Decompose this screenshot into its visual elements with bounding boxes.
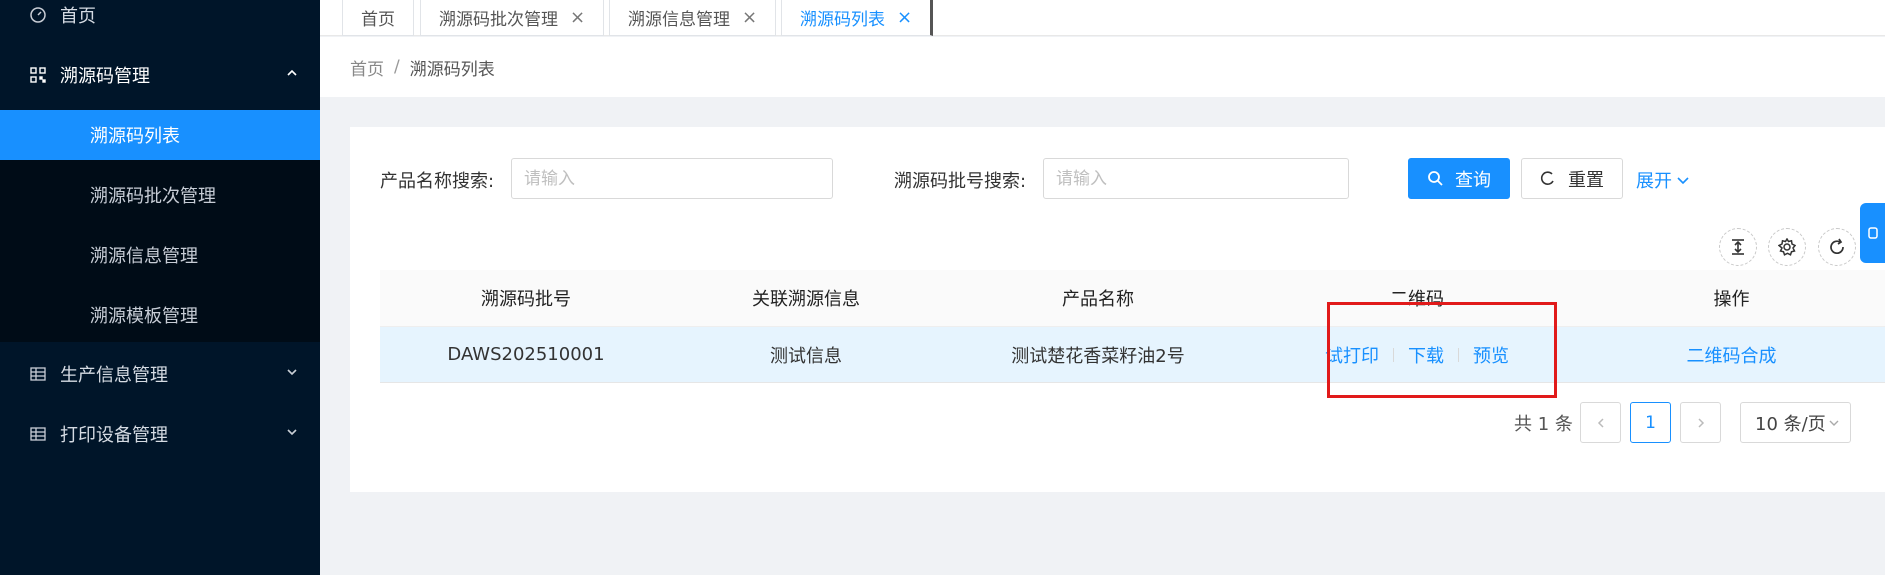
floating-side-button[interactable]	[1860, 203, 1885, 263]
query-button-label: 查询	[1455, 169, 1491, 191]
column-header: 产品名称	[1062, 289, 1134, 310]
sidebar-subitem-batch[interactable]: 溯源码批次管理	[0, 170, 320, 220]
column-header: 操作	[1713, 289, 1750, 310]
chevron-left-icon	[1597, 417, 1604, 428]
qrcode-icon	[28, 65, 48, 85]
close-icon[interactable]: ×	[897, 7, 912, 28]
density-icon[interactable]	[1719, 228, 1757, 266]
sidebar-item-home[interactable]: 首页	[0, 0, 320, 40]
prev-page-button[interactable]	[1580, 402, 1621, 443]
breadcrumb: 首页 / 溯源码列表	[320, 37, 1885, 97]
sidebar-item-label: 生产信息管理	[60, 365, 168, 386]
page-size-value: 10 条/页	[1755, 413, 1826, 435]
page-size-select[interactable]: 10 条/页	[1740, 402, 1851, 443]
sidebar-subitem-code-list[interactable]: 溯源码列表	[0, 110, 320, 160]
pagination-total: 共 1 条	[1514, 414, 1573, 435]
reset-button-label: 重置	[1568, 169, 1604, 191]
tab-label: 溯源码列表	[800, 10, 885, 30]
reset-button[interactable]: 重置	[1521, 158, 1623, 199]
reload-icon	[1540, 170, 1558, 188]
tab-batch[interactable]: 溯源码批次管理 ×	[420, 0, 605, 36]
breadcrumb-current: 溯源码列表	[409, 59, 495, 80]
refresh-icon[interactable]	[1818, 228, 1856, 266]
sidebar-subitem-label: 溯源模板管理	[90, 306, 198, 327]
sidebar-subitem-label: 溯源码列表	[90, 126, 180, 147]
page-number: 1	[1645, 412, 1656, 433]
sidebar-subitem-label: 溯源信息管理	[90, 246, 198, 267]
cell-info: 测试信息	[770, 345, 842, 367]
cell-operation: 二维码合成	[1578, 327, 1885, 382]
batch-search-label: 溯源码批号搜索:	[894, 171, 1027, 192]
sidebar-subitem-label: 溯源码批次管理	[90, 186, 216, 207]
chevron-right-icon	[1697, 417, 1704, 428]
content-card: 产品名称搜索: 溯源码批号搜索: 查询 重置 展开 溯源码批号 关联溯源信息 产…	[350, 127, 1885, 492]
close-icon[interactable]: ×	[742, 7, 757, 28]
close-icon[interactable]: ×	[570, 7, 585, 28]
table-row: DAWS202510001 测试信息 测试楚花香菜籽油2号 试打印 下载 预览 …	[380, 327, 1885, 383]
search-icon	[1427, 170, 1445, 188]
page-1-button[interactable]: 1	[1630, 402, 1671, 443]
sidebar-subitem-template[interactable]: 溯源模板管理	[0, 290, 320, 340]
sidebar-item-trace-code[interactable]: 溯源码管理	[0, 50, 320, 100]
dashboard-icon	[28, 5, 48, 25]
tab-info[interactable]: 溯源信息管理 ×	[609, 0, 777, 36]
annotation-highlight-box	[1327, 302, 1557, 398]
expand-link[interactable]: 展开	[1636, 167, 1690, 193]
chevron-down-icon	[1677, 177, 1689, 185]
tab-label: 溯源码批次管理	[439, 10, 558, 30]
settings-tab-icon	[1867, 227, 1878, 239]
chevron-up-icon	[287, 69, 297, 76]
sidebar: 首页 溯源码管理 溯源码列表 溯源码批次管理 溯源信息管理 溯源模板管理 生产信…	[0, 0, 320, 575]
sidebar-subitem-info[interactable]: 溯源信息管理	[0, 230, 320, 280]
chevron-down-icon	[287, 369, 297, 376]
column-header: 关联溯源信息	[752, 289, 860, 310]
cell-batch: DAWS202510001	[447, 344, 605, 365]
next-page-button[interactable]	[1680, 402, 1721, 443]
table-icon	[28, 424, 48, 444]
chevron-down-icon	[287, 429, 297, 436]
breadcrumb-separator: /	[394, 57, 400, 77]
qr-compose-link[interactable]: 二维码合成	[1687, 342, 1777, 368]
cell-product: 测试楚花香菜籽油2号	[1011, 345, 1185, 367]
breadcrumb-home[interactable]: 首页	[350, 55, 384, 80]
product-search-input[interactable]	[511, 158, 833, 199]
batch-search-input[interactable]	[1043, 158, 1349, 199]
chevron-down-icon	[1829, 420, 1839, 426]
tab-label: 溯源信息管理	[628, 10, 730, 30]
product-search-label: 产品名称搜索:	[380, 171, 495, 192]
table-icon	[28, 364, 48, 384]
settings-icon[interactable]	[1768, 228, 1806, 266]
sidebar-item-printer[interactable]: 打印设备管理	[0, 409, 320, 459]
column-header: 溯源码批号	[481, 289, 571, 310]
tab-bar: 首页 溯源码批次管理 × 溯源信息管理 × 溯源码列表 ×	[320, 0, 1885, 36]
table-header: 溯源码批号 关联溯源信息 产品名称 二维码 操作	[380, 270, 1885, 327]
sidebar-item-production[interactable]: 生产信息管理	[0, 349, 320, 399]
sidebar-item-label: 打印设备管理	[60, 425, 168, 446]
sidebar-item-label: 溯源码管理	[60, 66, 150, 87]
tab-home[interactable]: 首页	[342, 0, 414, 36]
query-button[interactable]: 查询	[1408, 158, 1510, 199]
expand-link-label: 展开	[1636, 171, 1672, 192]
sidebar-item-label: 首页	[60, 6, 96, 27]
tab-label: 首页	[361, 10, 395, 30]
tab-code-list[interactable]: 溯源码列表 ×	[781, 0, 934, 36]
